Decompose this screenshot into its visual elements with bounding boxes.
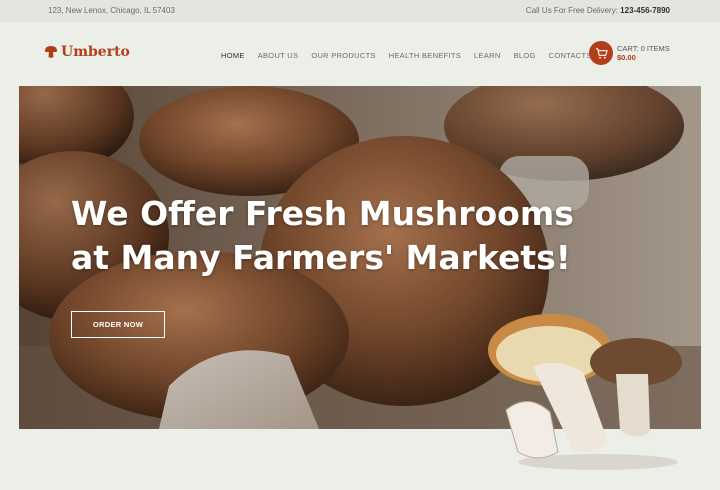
porcini-mushrooms-image bbox=[488, 314, 682, 470]
delivery-info: Call Us For Free Delivery: 123-456-7890 bbox=[526, 6, 670, 15]
site-header: Umberto HOME ABOUT US OUR PRODUCTS HEALT… bbox=[0, 22, 720, 86]
logo[interactable]: Umberto bbox=[44, 44, 130, 60]
top-bar: 123, New Lenox, Chicago, IL 57403 Call U… bbox=[0, 0, 720, 22]
delivery-label: Call Us For Free Delivery: bbox=[525, 6, 618, 15]
nav-health-benefits[interactable]: HEALTH BENEFITS bbox=[389, 51, 461, 60]
brand-name: Umberto bbox=[61, 44, 130, 60]
cart-button[interactable] bbox=[589, 41, 613, 65]
nav-blog[interactable]: BLOG bbox=[514, 51, 536, 60]
nav-home[interactable]: HOME bbox=[221, 51, 245, 60]
nav-about-us[interactable]: ABOUT US bbox=[258, 51, 299, 60]
cart-count: CART: 0 ITEMS bbox=[617, 44, 670, 53]
cart-total: $0.00 bbox=[617, 53, 636, 62]
nav-our-products[interactable]: OUR PRODUCTS bbox=[311, 51, 375, 60]
main-nav: HOME ABOUT US OUR PRODUCTS HEALTH BENEFI… bbox=[221, 51, 605, 60]
nav-contacts[interactable]: CONTACTS bbox=[549, 51, 592, 60]
store-address: 123, New Lenox, Chicago, IL 57403 bbox=[48, 6, 175, 15]
cart-summary: CART: 0 ITEMS $0.00 bbox=[617, 44, 670, 62]
order-now-button[interactable]: ORDER NOW bbox=[71, 311, 165, 338]
nav-learn[interactable]: LEARN bbox=[474, 51, 501, 60]
mushroom-logo-icon bbox=[45, 46, 57, 58]
hero-title: We Offer Fresh Mushrooms at Many Farmers… bbox=[71, 194, 574, 277]
phone-number[interactable]: 123-456-7890 bbox=[620, 6, 670, 15]
cart-icon bbox=[595, 47, 608, 59]
cart-widget[interactable]: CART: 0 ITEMS $0.00 bbox=[589, 41, 670, 65]
